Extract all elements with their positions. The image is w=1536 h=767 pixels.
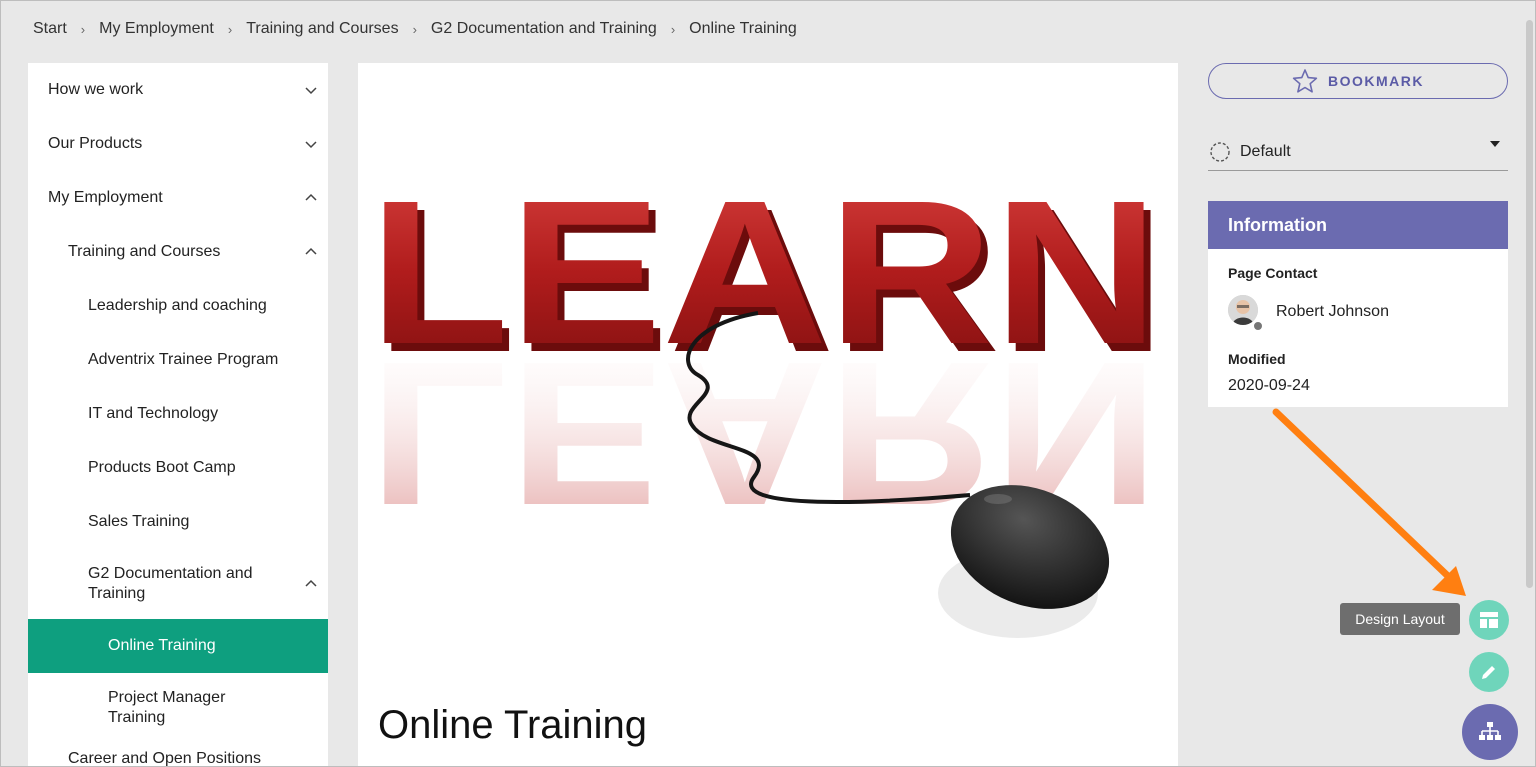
sidebar-item-trainee-program[interactable]: Adventrix Trainee Program	[28, 333, 328, 387]
breadcrumb-current: Online Training	[689, 20, 797, 37]
sidebar-item-online-training[interactable]: Online Training	[28, 619, 328, 673]
pencil-icon	[1482, 666, 1495, 679]
sidebar-item-label: How we work	[48, 81, 144, 98]
bookmark-label: BOOKMARK	[1328, 73, 1424, 89]
sidebar-nav: How we work Our Products My Employment T…	[28, 63, 328, 767]
caret-down-icon	[1490, 141, 1500, 147]
modified-label: Modified	[1228, 351, 1286, 367]
sidebar-item-label: My Employment	[48, 189, 163, 206]
breadcrumb: Start › My Employment › Training and Cou…	[33, 20, 797, 38]
edit-button[interactable]	[1469, 652, 1509, 692]
sidebar-item-boot-camp[interactable]: Products Boot Camp	[28, 441, 328, 495]
bookmark-button[interactable]: BOOKMARK	[1208, 63, 1508, 99]
sidebar-item-g2-documentation[interactable]: G2 Documentation and Training	[28, 549, 328, 619]
layout-icon	[1480, 612, 1498, 628]
sidebar-item-label: G2 Documentation and Training	[88, 565, 253, 602]
sitemap-icon	[1479, 722, 1501, 740]
sidebar-item-label: Leadership and coaching	[88, 297, 267, 314]
sidebar-item-label: Products Boot Camp	[88, 459, 236, 476]
main-content: LEARN LEARN LEARN Online Training	[358, 63, 1178, 767]
status-badge	[1252, 320, 1264, 332]
scrollbar-thumb[interactable]	[1526, 20, 1533, 588]
sidebar-item-label: Sales Training	[88, 513, 190, 530]
hero-image: LEARN LEARN LEARN	[369, 158, 1166, 638]
chevron-up-icon[interactable]	[304, 577, 318, 591]
gear-icon	[1210, 141, 1230, 162]
design-layout-tooltip: Design Layout	[1340, 603, 1460, 635]
information-panel: Information Page Contact Robert Johnson …	[1208, 201, 1508, 407]
chevron-up-icon[interactable]	[304, 191, 318, 205]
breadcrumb-separator-icon: ›	[412, 21, 417, 37]
page-title: Online Training	[378, 703, 648, 747]
sidebar-item-training-and-courses[interactable]: Training and Courses	[28, 225, 328, 279]
breadcrumb-separator-icon: ›	[80, 21, 86, 37]
sidebar-item-leadership[interactable]: Leadership and coaching	[28, 279, 328, 333]
sidebar-item-label: Career and Open Positions	[68, 750, 261, 767]
modified-value: 2020-09-24	[1228, 377, 1310, 394]
contact-name[interactable]: Robert Johnson	[1276, 303, 1389, 321]
sidebar-item-label: Training and Courses	[68, 243, 221, 260]
breadcrumb-g2-documentation[interactable]: G2 Documentation and Training	[431, 20, 657, 38]
sidebar-item-our-products[interactable]: Our Products	[28, 117, 328, 171]
chevron-up-icon[interactable]	[304, 245, 318, 259]
chevron-down-icon[interactable]	[304, 83, 318, 97]
sidebar-item-project-manager[interactable]: Project Manager Training	[28, 673, 328, 743]
annotation-arrow	[1272, 408, 1466, 596]
sidebar-item-label: Project Manager Training	[108, 689, 226, 726]
breadcrumb-training-and-courses[interactable]: Training and Courses	[246, 20, 398, 38]
sitemap-button[interactable]	[1462, 704, 1518, 760]
view-select[interactable]: Default	[1208, 133, 1508, 171]
sidebar-item-it-technology[interactable]: IT and Technology	[28, 387, 328, 441]
view-select-value: Default	[1240, 142, 1291, 160]
sidebar-item-career[interactable]: Career and Open Positions	[28, 749, 328, 767]
sidebar-item-label: Our Products	[48, 135, 143, 152]
sidebar-item-label: Adventrix Trainee Program	[88, 351, 279, 368]
sidebar-item-sales-training[interactable]: Sales Training	[28, 495, 328, 549]
sidebar-item-my-employment[interactable]: My Employment	[28, 171, 328, 225]
breadcrumb-my-employment[interactable]: My Employment	[99, 20, 214, 38]
page-contact-label: Page Contact	[1228, 265, 1318, 281]
breadcrumb-separator-icon: ›	[227, 21, 233, 37]
chevron-down-icon[interactable]	[304, 137, 318, 151]
sidebar-item-how-we-work[interactable]: How we work	[28, 63, 328, 117]
sidebar-item-label: IT and Technology	[88, 405, 219, 422]
page-scrollbar[interactable]	[1523, 0, 1536, 767]
sidebar-item-label: Online Training	[108, 637, 216, 654]
star-icon	[1292, 69, 1318, 93]
breadcrumb-start[interactable]: Start	[33, 20, 67, 38]
information-header: Information	[1208, 201, 1508, 249]
design-layout-button[interactable]	[1469, 600, 1509, 640]
breadcrumb-separator-icon: ›	[670, 21, 676, 37]
